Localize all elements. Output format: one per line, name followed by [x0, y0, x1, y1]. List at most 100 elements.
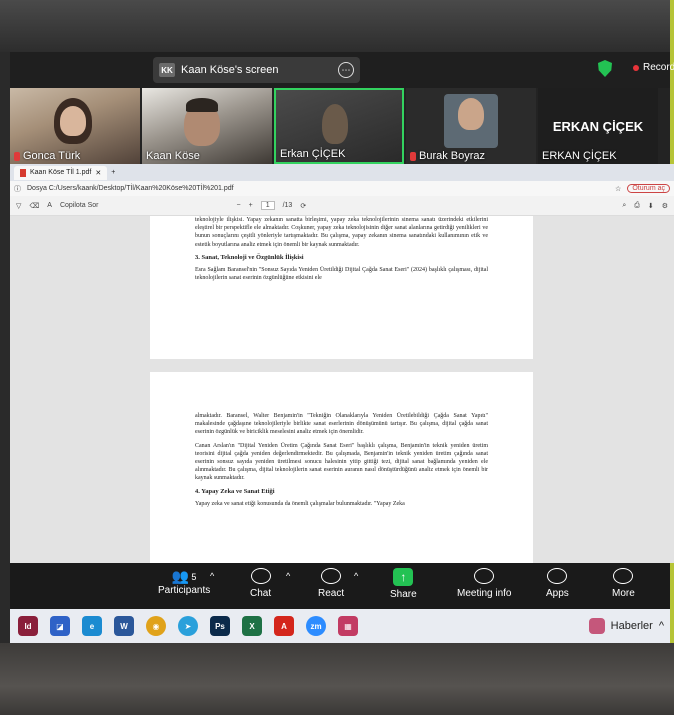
chevron-up-icon[interactable]: ^	[659, 620, 664, 632]
page-number-input[interactable]: 1	[260, 201, 275, 210]
zoom-out-icon[interactable]: −	[237, 202, 241, 209]
read-aloud-icon[interactable]: A	[47, 202, 52, 209]
mic-muted-icon	[410, 151, 416, 161]
participant-name-tag: Gonca Türk	[14, 150, 80, 162]
copilot-button[interactable]: Copilota Sor	[60, 202, 99, 209]
excel-icon[interactable]: X	[242, 616, 262, 636]
participant-face	[458, 98, 484, 130]
news-widget[interactable]: Haberler ^	[588, 618, 664, 634]
chat-caret-icon[interactable]: ^	[286, 571, 290, 581]
participant-video	[322, 104, 348, 144]
print-icon[interactable]: ⎙	[634, 202, 640, 210]
participant-display-name: ERKAN ÇİÇEK	[552, 118, 644, 134]
search-icon[interactable]: ⌕	[622, 202, 626, 210]
more-options-icon[interactable]: ⋯	[338, 62, 354, 78]
participants-caret-icon[interactable]: ^	[210, 571, 214, 581]
participant-tile[interactable]: Gonca Türk	[10, 88, 140, 164]
draw-icon[interactable]: ▽	[16, 202, 21, 210]
browser-tab-bar: Kaan Köse Tİl 1.pdf ✕ +	[10, 164, 674, 181]
pdf-page: teknolojiyle ilişkisi. Yapay zekanın san…	[150, 216, 533, 359]
encryption-shield-icon[interactable]	[598, 60, 612, 77]
erase-icon[interactable]: ⌫	[29, 202, 39, 210]
more-icon	[613, 568, 634, 584]
recording-indicator[interactable]: Recordir	[633, 62, 674, 73]
sharer-initials: KK	[159, 63, 175, 77]
favorite-icon[interactable]: ☆	[615, 185, 621, 193]
screen-share-banner[interactable]: KK Kaan Köse's screen ⋯	[153, 57, 360, 83]
apps-button[interactable]: Apps	[546, 568, 569, 599]
meeting-info-button[interactable]: Meeting info	[457, 568, 511, 599]
participant-name: Erkan ÇİÇEK	[280, 148, 346, 160]
participant-gallery: Gonca Türk Kaan Köse Erkan ÇİÇEK Burak B…	[10, 88, 670, 164]
info-icon	[474, 568, 495, 584]
meeting-info-label: Meeting info	[457, 588, 512, 599]
top-blur-region	[0, 0, 674, 52]
url-text: Dosya C:/Users/kaank/Desktop/Tİl/Kaan%20…	[27, 185, 234, 192]
participant-name: Burak Boyraz	[419, 150, 486, 162]
participants-button[interactable]: 👥 5 Participants	[158, 568, 210, 596]
more-button[interactable]: More	[612, 568, 635, 599]
zoom-screen-frame: { "share_banner": { "initials": "KK", "l…	[0, 0, 674, 715]
share-label: Share	[390, 589, 417, 600]
chrome-icon[interactable]: ◉	[146, 616, 166, 636]
telegram-icon[interactable]: ➤	[178, 616, 198, 636]
participant-tile[interactable]: Burak Boyraz	[406, 88, 536, 164]
participants-label: Participants	[158, 585, 211, 596]
recording-dot-icon	[633, 64, 639, 71]
news-icon	[588, 618, 605, 634]
participant-name: ERKAN ÇİÇEK	[542, 150, 617, 162]
save-icon[interactable]: ⬇	[648, 202, 654, 210]
settings-icon[interactable]: ⚙	[662, 202, 668, 210]
word-icon[interactable]: W	[114, 616, 134, 636]
news-label: Haberler	[610, 620, 653, 632]
pdf-paragraph: Yapay zeka ve sanat etiği konusunda da ö…	[195, 500, 405, 507]
sign-in-button[interactable]: Oturum aç	[627, 184, 670, 193]
participant-name-tag: Burak Boyraz	[410, 150, 485, 162]
participants-count: 5	[191, 571, 197, 582]
snipping-tool-icon[interactable]: ◪	[50, 616, 70, 636]
screen-share-label: Kaan Köse's screen	[181, 64, 279, 76]
pdf-section-heading: 3. Sanat, Teknoloji ve Özgünlük İlişkisi	[195, 253, 304, 261]
chat-label: Chat	[250, 588, 272, 599]
acrobat-icon[interactable]: A	[274, 616, 294, 636]
pdf-paragraph: Canan Arslan'ın "Dijital Yeniden Üretim …	[195, 442, 488, 482]
participants-icon: 👥	[171, 568, 190, 584]
pdf-paragraph: Esra Sağlam Baransel'nin "Sonsuz Sayıda …	[195, 267, 488, 282]
bottom-blur-region	[0, 643, 674, 715]
page-total: /13	[282, 202, 293, 209]
shared-browser-window: Kaan Köse Tİl 1.pdf ✕ + ⓘ Dosya C:/Users…	[10, 164, 674, 563]
close-tab-icon[interactable]: ✕	[95, 169, 101, 177]
participant-tile[interactable]: Kaan Köse	[142, 88, 272, 164]
participant-tile[interactable]: ERKAN ÇİÇEK ERKAN ÇİÇEK	[538, 88, 658, 164]
os-taskbar: Id ◪ e W ◉ ➤ Ps X A zm ▦ Haberler ^	[10, 609, 670, 643]
zoom-top-bar: KK Kaan Köse's screen ⋯ Recordir	[10, 52, 674, 88]
participant-name: Kaan Köse	[146, 150, 200, 162]
edge-icon[interactable]: e	[82, 616, 102, 636]
react-label: React	[318, 588, 345, 599]
zoom-in-icon[interactable]: +	[249, 202, 253, 209]
photos-icon[interactable]: ▦	[338, 616, 358, 636]
rotate-icon[interactable]: ⟳	[300, 202, 306, 210]
apps-icon	[547, 568, 568, 584]
participant-name-tag: ERKAN ÇİÇEK	[542, 150, 617, 162]
participant-name-tag: Kaan Köse	[146, 150, 200, 162]
pdf-viewer[interactable]: teknolojiyle ilişkisi. Yapay zekanın san…	[10, 216, 674, 563]
address-bar[interactable]: ⓘ Dosya C:/Users/kaank/Desktop/Tİl/Kaan%…	[10, 181, 674, 196]
photoshop-icon[interactable]: Ps	[210, 616, 230, 636]
new-tab-icon[interactable]: +	[111, 169, 115, 176]
indesign-icon[interactable]: Id	[18, 616, 38, 636]
tab-title: Kaan Köse Tİl 1.pdf	[30, 169, 92, 176]
info-icon: ⓘ	[14, 185, 21, 193]
pdf-icon	[20, 168, 26, 177]
participant-name: Gonca Türk	[23, 150, 81, 162]
react-caret-icon[interactable]: ^	[354, 571, 358, 581]
pdf-paragraph: teknolojiyle ilişkisi. Yapay zekanın san…	[195, 217, 489, 248]
participant-tile-active[interactable]: Erkan ÇİÇEK	[274, 88, 404, 164]
chat-button[interactable]: Chat	[250, 568, 271, 599]
react-button[interactable]: React	[318, 568, 344, 599]
react-icon	[321, 568, 342, 584]
browser-tab[interactable]: Kaan Köse Tİl 1.pdf ✕	[14, 165, 108, 180]
apps-label: Apps	[546, 588, 569, 599]
share-button[interactable]: ↑ Share	[390, 568, 417, 600]
zoom-icon[interactable]: zm	[306, 616, 326, 636]
